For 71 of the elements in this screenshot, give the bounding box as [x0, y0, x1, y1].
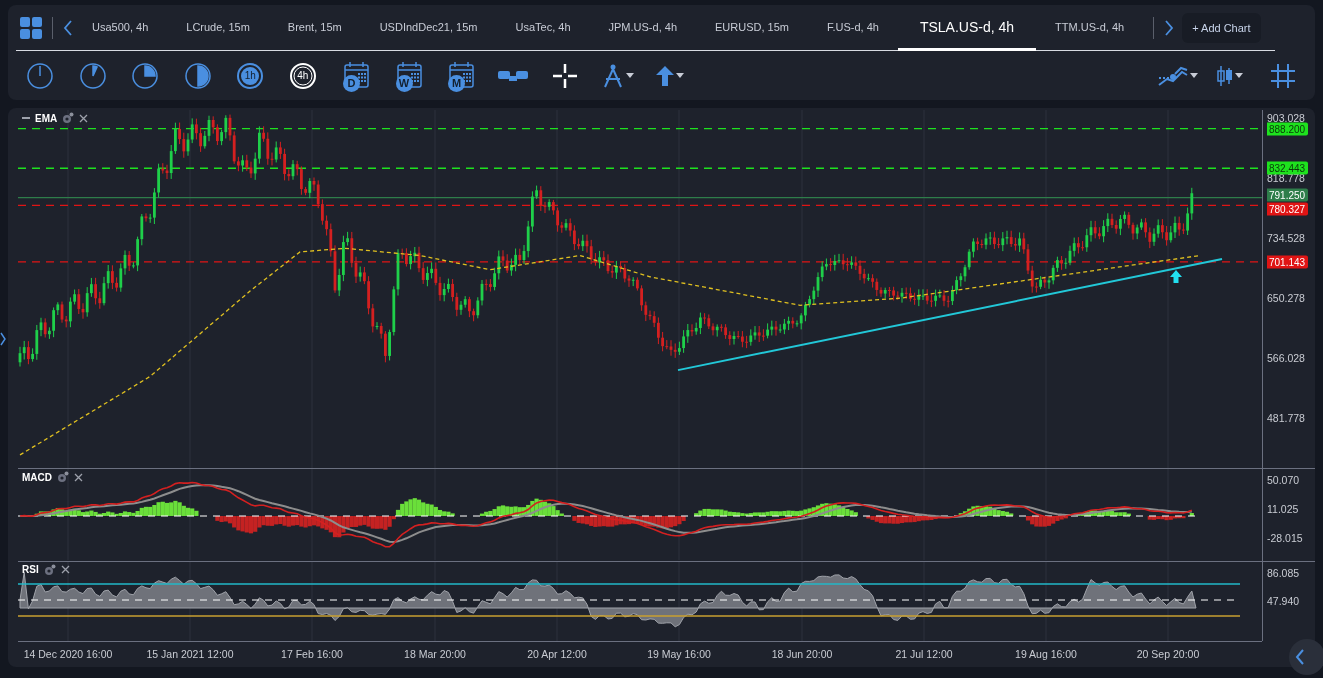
candlestick-icon[interactable] — [1217, 64, 1234, 87]
indicator-lines-icon[interactable] — [1157, 64, 1188, 87]
caret-icon[interactable] — [676, 73, 685, 78]
chart-tab[interactable]: Usa500, 4h — [73, 5, 168, 51]
macd-tick: 11.025 — [1267, 503, 1299, 515]
add-chart-button[interactable]: + Add Chart — [1182, 13, 1261, 43]
rsi-tick: 86.085 — [1267, 566, 1300, 579]
settings-icon[interactable] — [43, 563, 56, 576]
macd-tick: 50.070 — [1267, 474, 1300, 486]
collapse-panel-button[interactable] — [1289, 639, 1323, 675]
timeframe-button[interactable]: M — [434, 57, 487, 94]
close-icon[interactable] — [79, 113, 89, 123]
chevron-right-icon[interactable] — [1164, 20, 1175, 36]
caret-icon[interactable] — [1235, 73, 1244, 78]
time-tick: 19 Aug 16:00 — [1015, 648, 1077, 661]
price-level-label: 791.250 — [1267, 188, 1309, 202]
time-tick: 20 Sep 20:00 — [1136, 648, 1200, 661]
chart-tab[interactable]: TSLA.US-d, 4h — [897, 5, 1037, 51]
arrow-up-icon — [1170, 270, 1182, 283]
timeframe-button[interactable]: W — [381, 57, 434, 94]
pane-title: RSI — [22, 564, 39, 576]
chevron-left-icon[interactable] — [1295, 649, 1305, 665]
time-tick: 14 Dec 2020 16:00 — [23, 648, 113, 661]
chart-tab[interactable]: LCrude, 15m — [167, 5, 269, 51]
timeframe-button[interactable]: D — [329, 57, 382, 94]
chart-tab[interactable]: JPM.US-d, 4h — [589, 5, 696, 51]
calendar-icon[interactable] — [446, 60, 475, 91]
price-tick: 481.778 — [1267, 412, 1305, 424]
time-tick: 15 Jan 2021 12:00 — [146, 648, 234, 661]
chevron-left-icon[interactable] — [63, 20, 73, 36]
price-tick: 734.528 — [1267, 232, 1305, 244]
chart-tab[interactable]: TTM.US-d, 4h — [1036, 5, 1144, 51]
price-tick: 903.028 — [1267, 112, 1305, 124]
price-tick: 566.028 — [1267, 352, 1305, 364]
pane-title: MACD — [22, 471, 52, 483]
chart-tab[interactable]: F.US-d, 4h — [807, 5, 898, 51]
arrow-up-icon[interactable] — [656, 65, 675, 86]
chart-tab[interactable]: EURUSD, 15m — [696, 5, 808, 51]
price-level-label: 832.443 — [1267, 161, 1309, 175]
close-icon[interactable] — [74, 472, 83, 482]
layout-grid-icon[interactable] — [20, 17, 42, 39]
time-tick: 18 Mar 20:00 — [404, 648, 466, 661]
chart-tab[interactable]: UsaTec, 4h — [496, 5, 590, 51]
caret-icon[interactable] — [1189, 73, 1198, 78]
clock-icon[interactable] — [132, 62, 159, 89]
price-level-label: 780.327 — [1267, 202, 1309, 216]
chart-tab[interactable]: Brent, 15m — [268, 5, 361, 51]
settings-icon[interactable] — [57, 471, 69, 483]
price-level-label: 888.200 — [1267, 122, 1309, 136]
clock-icon[interactable] — [184, 62, 211, 89]
clock-icon[interactable] — [79, 62, 106, 89]
time-tick: 19 May 16:00 — [647, 648, 711, 661]
time-tick: 20 Apr 12:00 — [527, 648, 587, 661]
time-tick: 17 Feb 16:00 — [281, 648, 343, 661]
price-level-label: 701.143 — [1267, 255, 1309, 269]
timeframe-button[interactable]: 4h — [276, 57, 329, 94]
clock-icon[interactable] — [27, 62, 54, 89]
macd-tick: -28.015 — [1267, 532, 1303, 544]
price-tick: 818.778 — [1267, 172, 1305, 184]
calendar-icon[interactable] — [341, 60, 370, 91]
close-icon[interactable] — [60, 565, 70, 575]
time-tick: 21 Jul 12:00 — [895, 648, 953, 661]
rsi-tick: 47.940 — [1267, 594, 1300, 607]
settings-icon[interactable] — [62, 112, 75, 124]
chart-tab[interactable]: USDIndDec21, 15m — [360, 5, 497, 51]
timeframe-button[interactable]: 1h — [224, 57, 277, 94]
caret-icon[interactable] — [625, 73, 634, 78]
compass-icon[interactable] — [601, 63, 624, 88]
price-tick: 650.278 — [1267, 292, 1305, 304]
pane-title: EMA — [35, 112, 58, 124]
time-tick: 18 Jun 20:00 — [771, 648, 833, 661]
